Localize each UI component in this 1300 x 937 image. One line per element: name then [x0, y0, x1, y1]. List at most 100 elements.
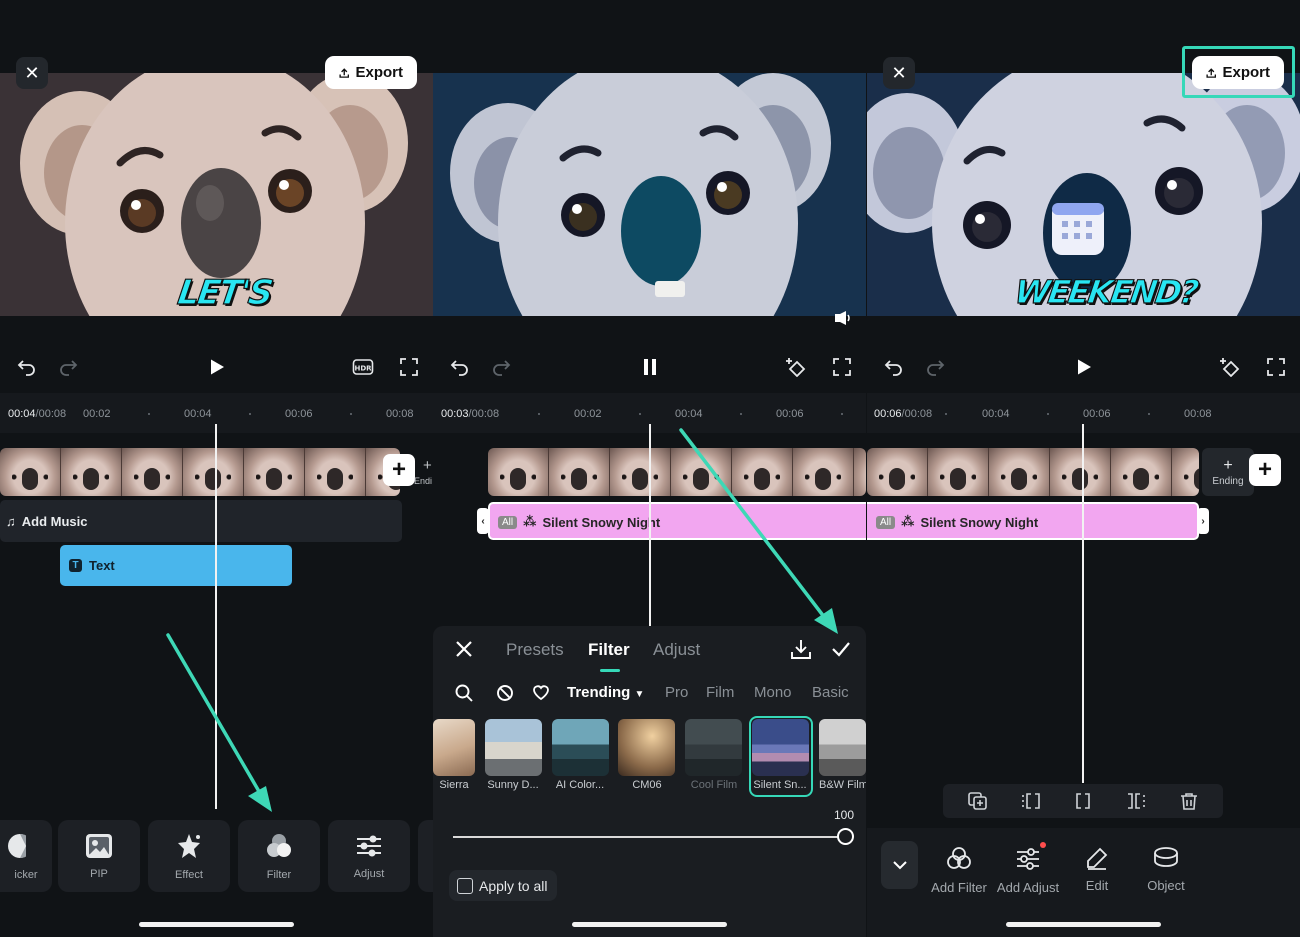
close-icon: ✕: [891, 62, 907, 83]
time-total: /00:08: [35, 408, 67, 420]
speaker-icon[interactable]: [835, 311, 853, 325]
redo-button[interactable]: [53, 352, 83, 382]
tool-next-partial[interactable]: [418, 820, 433, 892]
video-clip-filmstrip[interactable]: [0, 448, 400, 496]
time-current: 00:06: [874, 408, 902, 420]
filter-thumb-sunny[interactable]: [485, 719, 542, 776]
close-icon: [456, 641, 472, 657]
pause-button[interactable]: [635, 352, 665, 382]
active-tab-indicator: [600, 669, 620, 672]
category-basic[interactable]: Basic: [812, 684, 849, 701]
filter-thumb-sierra[interactable]: [433, 719, 475, 776]
add-adjust-tool[interactable]: Add Adjust: [993, 846, 1063, 895]
filter-label: Silent Sn...: [753, 779, 807, 791]
collapse-button[interactable]: [881, 841, 918, 889]
keyframe-button[interactable]: [1215, 352, 1245, 382]
redo-icon: [60, 360, 78, 376]
sticker-icon: [8, 833, 26, 858]
filter-circles-icon: [947, 847, 971, 869]
add-music-track[interactable]: ♫ Add Music: [0, 500, 402, 542]
add-filter-tool[interactable]: Add Filter: [924, 846, 994, 895]
hdr-button[interactable]: HDR: [348, 352, 378, 382]
playhead[interactable]: [1082, 424, 1084, 783]
search-icon: [455, 684, 473, 702]
close-icon: ✕: [24, 62, 40, 83]
tool-label: Add Filter: [931, 880, 987, 895]
home-indicator: [1006, 922, 1161, 927]
split-icon[interactable]: [1073, 792, 1093, 810]
fullscreen-button[interactable]: [827, 352, 857, 382]
export-button[interactable]: Export: [325, 56, 417, 89]
category-mono[interactable]: Mono: [754, 684, 792, 701]
search-filter-button[interactable]: [455, 684, 473, 707]
split-left-icon[interactable]: [1021, 792, 1041, 810]
play-button[interactable]: [202, 352, 232, 382]
split-right-icon[interactable]: [1126, 792, 1146, 810]
undo-button[interactable]: [445, 352, 475, 382]
filter-thumb-ai-color[interactable]: [552, 719, 609, 776]
close-button[interactable]: ✕: [883, 57, 915, 89]
tool-effect[interactable]: Effect: [148, 820, 230, 892]
tab-adjust[interactable]: Adjust: [653, 640, 700, 660]
filter-track-clip[interactable]: All ⁂ Silent Snowy Night: [867, 502, 1199, 540]
fullscreen-button[interactable]: [1261, 352, 1291, 382]
video-caption: LET'S: [175, 272, 275, 313]
no-filter-button[interactable]: [496, 684, 514, 707]
filter-thumb-cm06[interactable]: [618, 719, 675, 776]
close-filter-button[interactable]: [455, 640, 473, 663]
duplicate-icon[interactable]: [968, 792, 988, 810]
edit-tool[interactable]: Edit: [1062, 846, 1132, 893]
playhead[interactable]: [215, 424, 217, 809]
tool-label: Edit: [1085, 878, 1109, 893]
object-layers-icon: [1154, 847, 1178, 867]
play-button[interactable]: [1069, 352, 1099, 382]
download-button[interactable]: [790, 638, 812, 665]
tab-presets[interactable]: Presets: [506, 640, 564, 660]
add-ending-button[interactable]: + Ending: [1202, 448, 1254, 496]
add-ending-icon[interactable]: +: [423, 457, 432, 474]
close-button[interactable]: ✕: [16, 57, 48, 89]
tool-adjust[interactable]: Adjust: [328, 820, 410, 892]
pip-icon: [86, 833, 112, 858]
apply-to-all-button[interactable]: Apply to all: [449, 870, 558, 901]
tool-label: Filter: [266, 868, 292, 881]
category-film[interactable]: Film: [706, 684, 734, 701]
add-clip-button[interactable]: +: [383, 454, 415, 486]
video-clip-filmstrip[interactable]: [488, 448, 866, 496]
none-icon: [497, 685, 513, 701]
redo-button[interactable]: [920, 352, 950, 382]
export-label: Export: [355, 64, 403, 81]
apply-all-checkbox[interactable]: [457, 877, 473, 894]
undo-button[interactable]: [12, 352, 42, 382]
tool-sticker[interactable]: icker: [0, 820, 52, 892]
playhead[interactable]: [649, 424, 651, 626]
fullscreen-button[interactable]: [394, 352, 424, 382]
video-clip-filmstrip[interactable]: [867, 448, 1199, 496]
filter-thumb-cool-film[interactable]: [685, 719, 742, 776]
category-trending[interactable]: Trending ▼: [567, 684, 644, 701]
favorites-button[interactable]: [532, 684, 550, 706]
add-clip-button[interactable]: +: [1249, 454, 1281, 486]
filter-track-clip[interactable]: All ⁂ Silent Snowy Night: [488, 502, 866, 540]
tool-pip[interactable]: PIP: [58, 820, 140, 892]
keyframe-button[interactable]: [781, 352, 811, 382]
tool-filter[interactable]: Filter: [238, 820, 320, 892]
filter-track-right-handle[interactable]: ›: [1197, 508, 1209, 534]
text-track-clip[interactable]: T Text: [60, 545, 292, 586]
delete-icon[interactable]: [1179, 792, 1199, 810]
undo-button[interactable]: [879, 352, 909, 382]
tool-label: icker: [14, 868, 38, 881]
filter-track-label: Silent Snowy Night: [920, 514, 1039, 530]
video-caption: WEEKEND?: [1012, 272, 1200, 311]
object-tool[interactable]: Object: [1131, 846, 1201, 893]
intensity-slider[interactable]: [453, 836, 846, 838]
confirm-button[interactable]: [831, 640, 851, 663]
video-preview: WEEKEND?: [867, 73, 1300, 316]
pause-icon: [644, 359, 656, 375]
category-pro[interactable]: Pro: [665, 684, 688, 701]
intensity-slider-knob[interactable]: [837, 828, 854, 845]
intensity-value: 100: [834, 808, 855, 822]
filter-thumb-bw-film[interactable]: [819, 719, 866, 776]
tab-filter[interactable]: Filter: [588, 640, 630, 660]
redo-button[interactable]: [486, 352, 516, 382]
